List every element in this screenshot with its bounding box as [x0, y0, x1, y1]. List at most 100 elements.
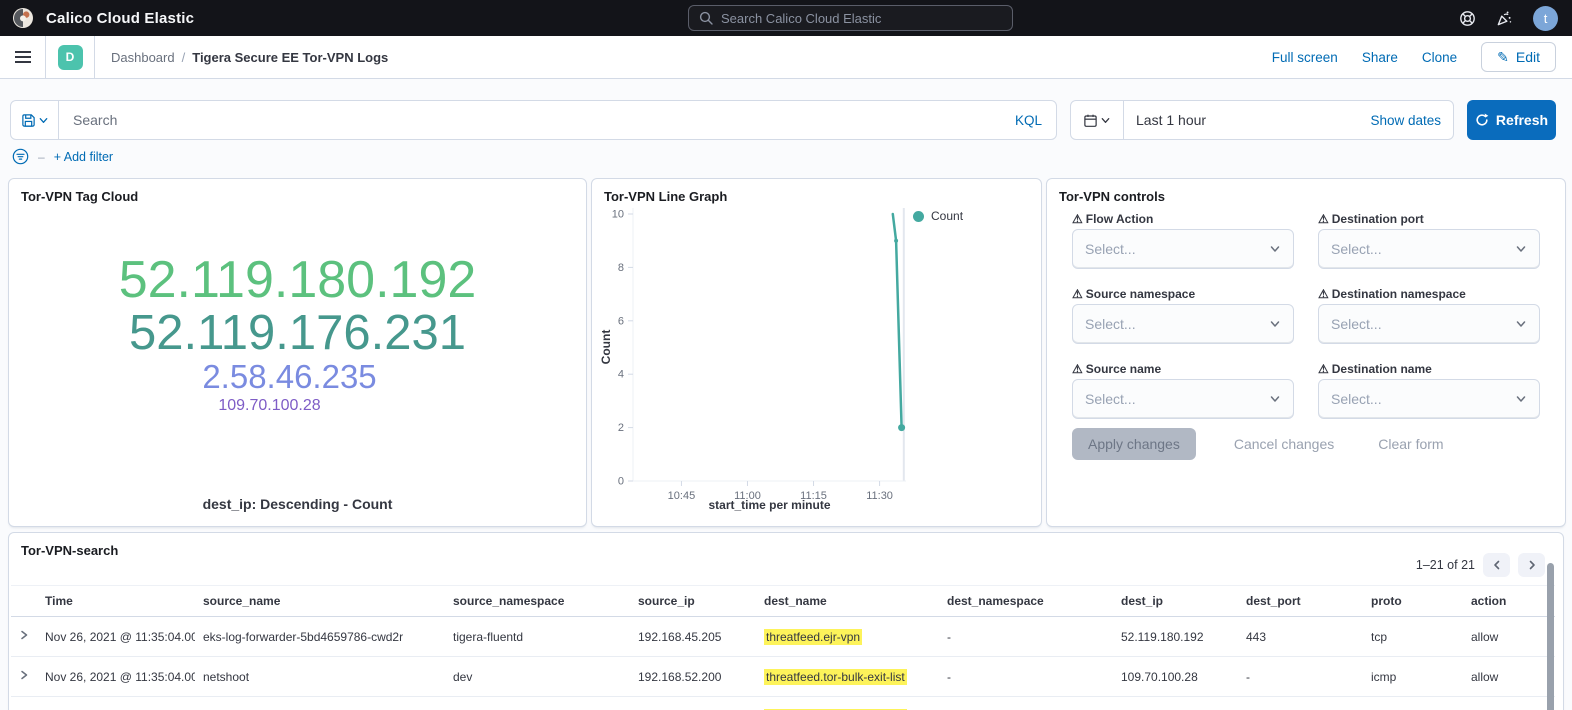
control-field: ⚠Source namespaceSelect...: [1072, 286, 1294, 344]
control-field: ⚠Destination portSelect...: [1318, 211, 1540, 269]
filter-bar: – + Add filter: [12, 148, 113, 165]
cell-action: allow: [1463, 697, 1555, 710]
select-placeholder: Select...: [1331, 241, 1382, 257]
global-search-input[interactable]: Search Calico Cloud Elastic: [688, 5, 1013, 31]
tag-cloud-term[interactable]: 52.119.176.231: [129, 308, 466, 360]
space-avatar-badge[interactable]: D: [58, 45, 83, 70]
cell-dest_port: -: [1238, 657, 1363, 697]
warning-icon: ⚠: [1072, 288, 1083, 300]
control-field: ⚠Destination nameSelect...: [1318, 361, 1540, 419]
column-header-time: Time: [37, 586, 195, 617]
cell-dest_port: -: [1238, 697, 1363, 710]
flow-action-select[interactable]: Select...: [1072, 229, 1294, 269]
tag-cloud-term[interactable]: 2.58.46.235: [202, 360, 376, 395]
log-table: Timesource_namesource_namespacesource_ip…: [11, 585, 1555, 710]
menu-button[interactable]: [0, 36, 46, 78]
column-header-source_ip: source_ip: [630, 586, 756, 617]
saved-query-menu-button[interactable]: [11, 101, 59, 139]
cell-source_ip: 192.168.52.200: [630, 657, 756, 697]
dest-name-highlight: threatfeed.ejr-vpn: [764, 629, 862, 645]
select-placeholder: Select...: [1085, 316, 1136, 332]
expand-column-header: [11, 586, 37, 617]
cell-action: allow: [1463, 657, 1555, 697]
control-field-label: ⚠Destination namespace: [1318, 286, 1540, 302]
line-chart: 024681010:4511:0011:1511:30: [592, 179, 1041, 526]
kql-language-button[interactable]: KQL: [1015, 113, 1056, 128]
chevron-right-icon: [1526, 559, 1538, 571]
tag-cloud-term[interactable]: 52.119.180.192: [119, 253, 477, 308]
breadcrumb: Dashboard / Tigera Secure EE Tor-VPN Log…: [111, 50, 388, 65]
expand-row-button[interactable]: [11, 657, 37, 697]
help-icon[interactable]: [1459, 10, 1476, 27]
full-screen-link[interactable]: Full screen: [1272, 50, 1338, 65]
show-dates-button[interactable]: Show dates: [1370, 113, 1453, 128]
warning-icon: ⚠: [1318, 288, 1329, 300]
query-placeholder: Search: [73, 112, 117, 128]
cell-time: Nov 26, 2021 @ 11:34:54.000: [37, 697, 195, 710]
table-header-row: Timesource_namesource_namespacesource_ip…: [11, 586, 1555, 617]
svg-text:0: 0: [618, 476, 624, 488]
cell-dest_ip: 109.70.100.28: [1113, 697, 1238, 710]
cancel-changes-button[interactable]: Cancel changes: [1228, 435, 1340, 453]
chevron-down-icon: [1269, 318, 1281, 330]
quick-select-menu-button[interactable]: [1071, 101, 1124, 139]
edit-button-label: Edit: [1516, 49, 1540, 65]
legend-label: Count: [931, 209, 963, 223]
cell-source_name: eks-log-forwarder-5bd4659786-cwd2r: [195, 617, 445, 657]
table-scrollbar[interactable]: [1547, 563, 1554, 710]
destination-name-select[interactable]: Select...: [1318, 379, 1540, 419]
clone-link[interactable]: Clone: [1422, 50, 1457, 65]
next-page-button[interactable]: [1518, 553, 1545, 577]
cell-source_name: netshoot: [195, 697, 445, 710]
warning-icon: ⚠: [1318, 363, 1329, 375]
share-link[interactable]: Share: [1362, 50, 1398, 65]
edit-button[interactable]: ✎ Edit: [1481, 42, 1556, 72]
breadcrumb-dashboard[interactable]: Dashboard: [111, 50, 175, 65]
cell-dest_namespace: -: [939, 617, 1113, 657]
panel-title: Tor-VPN-search: [21, 543, 118, 558]
cell-proto: tcp: [1363, 617, 1463, 657]
warning-icon: ⚠: [1318, 213, 1329, 225]
expand-row-button[interactable]: [11, 617, 37, 657]
time-range-value[interactable]: Last 1 hour: [1136, 112, 1206, 128]
global-search-placeholder: Search Calico Cloud Elastic: [721, 11, 881, 26]
apply-changes-button[interactable]: Apply changes: [1072, 428, 1196, 460]
svg-text:8: 8: [618, 262, 624, 274]
cell-dest_name: threatfeed.ejr-vpn: [756, 617, 939, 657]
search-results-panel: Tor-VPN-search 1–21 of 21 Timesource_nam…: [8, 532, 1564, 710]
source-name-select[interactable]: Select...: [1072, 379, 1294, 419]
tag-cloud: 52.119.180.19252.119.176.2312.58.46.235 1…: [9, 253, 586, 415]
destination-port-select[interactable]: Select...: [1318, 229, 1540, 269]
chevron-down-icon: [1269, 243, 1281, 255]
x-axis-title: start_time per minute: [633, 498, 906, 512]
controls-buttons: Apply changes Cancel changes Clear form: [1072, 428, 1450, 460]
app-brand: Calico Cloud Elastic: [12, 0, 194, 36]
chevron-down-icon: [1269, 393, 1281, 405]
expand-row-button[interactable]: [11, 697, 37, 710]
column-header-dest_ip: dest_ip: [1113, 586, 1238, 617]
user-avatar[interactable]: t: [1533, 6, 1558, 31]
select-placeholder: Select...: [1085, 241, 1136, 257]
controls-grid: ⚠Flow ActionSelect...⚠Destination portSe…: [1072, 211, 1540, 419]
previous-page-button[interactable]: [1483, 553, 1510, 577]
filter-icon[interactable]: [12, 148, 29, 165]
add-filter-button[interactable]: + Add filter: [54, 150, 113, 164]
refresh-button[interactable]: Refresh: [1467, 100, 1556, 140]
y-axis-title: Count: [599, 287, 613, 407]
cell-dest_namespace: -: [939, 697, 1113, 710]
destination-namespace-select[interactable]: Select...: [1318, 304, 1540, 344]
dest-name-highlight: threatfeed.tor-bulk-exit-list: [764, 669, 907, 685]
tag-cloud-term[interactable]: 109.70.100.28: [218, 398, 320, 415]
clear-form-button[interactable]: Clear form: [1372, 435, 1449, 453]
source-namespace-select[interactable]: Select...: [1072, 304, 1294, 344]
chart-legend[interactable]: Count: [913, 209, 963, 223]
calendar-icon: [1083, 113, 1098, 128]
legend-swatch: [913, 211, 924, 222]
newsfeed-icon[interactable]: [1496, 10, 1513, 27]
chevron-right-icon: [18, 629, 30, 641]
calico-logo: [12, 7, 34, 29]
kql-search-input[interactable]: Search KQL: [10, 100, 1057, 140]
column-header-dest_namespace: dest_namespace: [939, 586, 1113, 617]
date-picker[interactable]: Last 1 hour Show dates: [1070, 100, 1454, 140]
breadcrumb-bar: D Dashboard / Tigera Secure EE Tor-VPN L…: [0, 36, 1572, 79]
